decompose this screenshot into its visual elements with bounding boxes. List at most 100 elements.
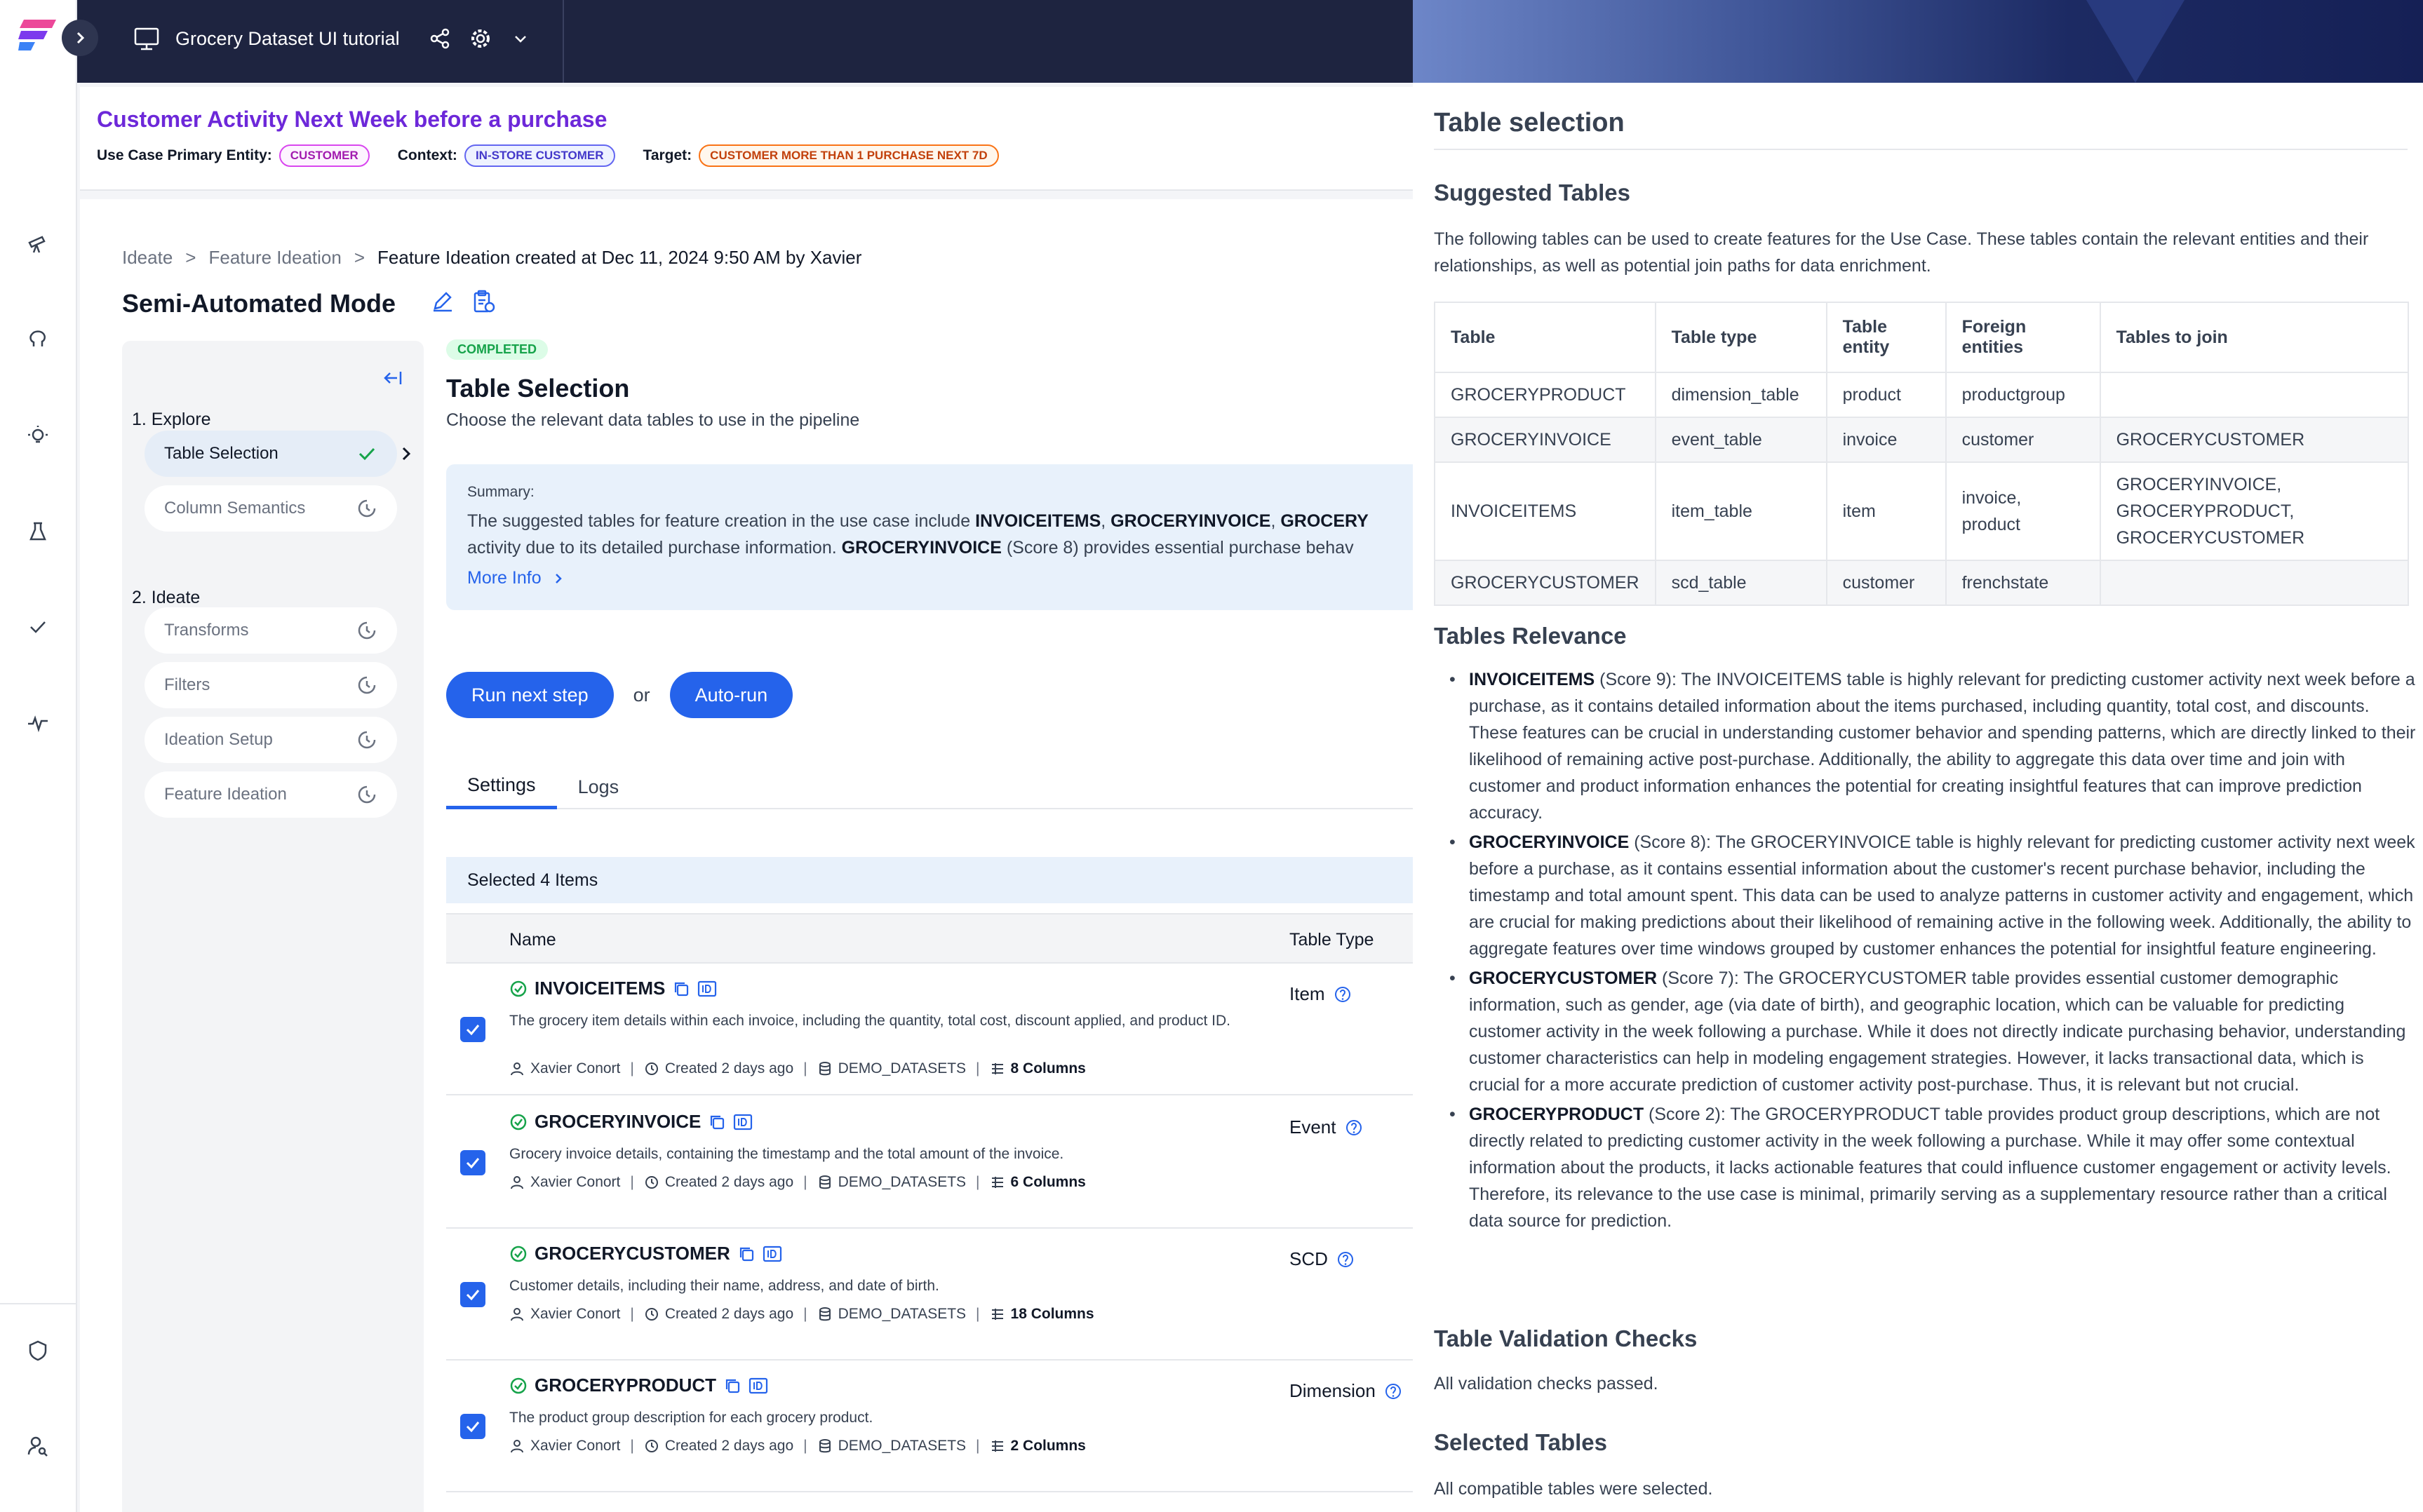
main-card: Ideate > Feature Ideation > Feature Idea… [80, 199, 1442, 1512]
row-meta: Xavier Conort | Created 2 days ago | DEM… [509, 1060, 1086, 1077]
edit-icon[interactable] [431, 289, 455, 313]
use-case-title[interactable]: Customer Activity Next Week before a pur… [97, 107, 607, 133]
step-item-feature-ideation[interactable]: Feature Ideation [145, 771, 397, 818]
help-icon[interactable] [1384, 1382, 1402, 1400]
cell [2099, 560, 2410, 606]
copy-icon[interactable] [737, 1245, 756, 1263]
th-foreign-entities: Foreign entities [1945, 302, 2101, 373]
row-description: The product group description for each g… [509, 1410, 873, 1426]
user-icon [511, 1062, 523, 1076]
project-selector[interactable]: Grocery Dataset UI tutorial [77, 0, 564, 83]
summary-text: The suggested tables for feature creatio… [467, 508, 1421, 561]
copy-icon[interactable] [708, 1113, 726, 1131]
app-logo-icon [18, 20, 56, 50]
help-icon[interactable] [1345, 1119, 1363, 1137]
id-icon[interactable] [697, 980, 717, 998]
left-nav-rail [0, 0, 98, 1512]
id-icon[interactable] [763, 1245, 782, 1263]
summary-table-name: GROCERY [1280, 511, 1369, 531]
nav-brain[interactable] [24, 325, 52, 353]
nav-telescope[interactable] [24, 230, 52, 258]
row-columns: 18 Columns [1010, 1306, 1094, 1322]
step-item-filters[interactable]: Filters [145, 662, 397, 708]
row-meta: Xavier Conort | Created 2 days ago | DEM… [509, 1438, 1086, 1454]
step-item-column-semantics[interactable]: Column Semantics [145, 485, 397, 532]
pulse-icon [28, 715, 48, 733]
cell: customer [1825, 560, 1947, 606]
meta-separator: | [630, 1306, 634, 1322]
step-item-transforms[interactable]: Transforms [145, 607, 397, 654]
suggested-table-row: GROCERYPRODUCT dimension_table product p… [1434, 372, 2410, 418]
row-checkbox[interactable] [460, 1282, 485, 1307]
step-label: Filters [164, 675, 210, 694]
shield-icon [29, 1340, 47, 1361]
th-table-entity: Table entity [1825, 302, 1947, 373]
row-checkbox[interactable] [460, 1150, 485, 1175]
summary-text-part: , [1270, 511, 1281, 531]
nav-monitoring[interactable] [24, 708, 52, 736]
breadcrumb-item-feature-ideation[interactable]: Feature Ideation [208, 247, 341, 269]
breadcrumb: Ideate > Feature Ideation > Feature Idea… [122, 247, 861, 269]
expand-nav-button[interactable] [62, 20, 98, 56]
check-icon [358, 447, 375, 461]
top-bar: Grocery Dataset UI tutorial [77, 0, 1413, 83]
banner-shape-decoration [2086, 0, 2184, 83]
nav-experiments[interactable] [24, 518, 52, 546]
cell: dimension_table [1654, 372, 1827, 418]
nav-approvals[interactable] [24, 613, 52, 641]
cell: GROCERYINVOICE [1434, 417, 1656, 463]
suggested-tables-header-row: Table Table type Table entity Foreign en… [1434, 302, 2410, 373]
run-next-step-button[interactable]: Run next step [446, 672, 614, 718]
summary-text-part: , [1101, 511, 1111, 531]
row-name-text: GROCERYCUSTOMER [535, 1243, 730, 1264]
row-checkbox[interactable] [460, 1017, 485, 1042]
copy-icon[interactable] [723, 1377, 741, 1395]
cell: productgroup [1945, 372, 2101, 418]
copy-icon[interactable] [672, 980, 690, 998]
panel-divider [1434, 149, 2408, 150]
nav-ideas[interactable] [24, 422, 52, 450]
more-info-link[interactable]: More Info [467, 568, 1421, 588]
validation-checks-heading: Table Validation Checks [1434, 1325, 1698, 1351]
help-icon[interactable] [1336, 1250, 1355, 1269]
step-item-ideation-setup[interactable]: Ideation Setup [145, 717, 397, 763]
summary-label: Summary: [467, 484, 535, 500]
row-source: DEMO_DATASETS [838, 1306, 967, 1322]
id-icon[interactable] [749, 1377, 768, 1395]
chevron-down-icon[interactable] [512, 31, 529, 48]
meta-separator: | [630, 1174, 634, 1190]
pending-clock-icon [358, 499, 376, 518]
help-icon[interactable] [1334, 985, 1352, 1004]
suggested-tables-text: The following tables can be used to crea… [1434, 229, 2369, 276]
row-table-type: Dimension [1289, 1380, 1402, 1402]
step-item-table-selection[interactable]: Table Selection [145, 431, 411, 477]
columns-icon [991, 1063, 1003, 1074]
database-icon [819, 1062, 831, 1076]
breadcrumb-separator: > [354, 247, 365, 268]
id-icon[interactable] [733, 1113, 753, 1131]
primary-entity-badge: CUSTOMER [278, 144, 370, 167]
tab-settings[interactable]: Settings [446, 764, 557, 809]
row-checkbox[interactable] [460, 1414, 485, 1439]
tab-logs[interactable]: Logs [557, 764, 640, 809]
cell: GROCERYINVOICE, GROCERYPRODUCT, GROCERYC… [2099, 461, 2410, 561]
user-icon [511, 1440, 523, 1453]
nav-security[interactable] [24, 1337, 52, 1365]
relevance-table-name: GROCERYINVOICE [1469, 832, 1630, 852]
breadcrumb-item-ideate[interactable]: Ideate [122, 247, 173, 269]
nav-user-search[interactable] [24, 1432, 52, 1460]
collapse-panel-icon[interactable] [380, 366, 404, 390]
table-header: Name Table Type [446, 913, 1442, 964]
cell [2099, 372, 2410, 418]
check-icon [466, 1025, 480, 1036]
brain-icon [29, 330, 46, 346]
row-name-text: INVOICEITEMS [535, 978, 666, 999]
pending-clock-icon [358, 785, 376, 804]
auto-run-button[interactable]: Auto-run [669, 672, 793, 718]
gear-icon[interactable] [469, 27, 492, 50]
clipboard-settings-icon[interactable] [471, 289, 497, 314]
share-icon[interactable] [428, 27, 452, 50]
clock-icon [645, 1308, 658, 1321]
meta-separator: | [803, 1174, 807, 1190]
row-table-type: Event [1289, 1116, 1363, 1138]
